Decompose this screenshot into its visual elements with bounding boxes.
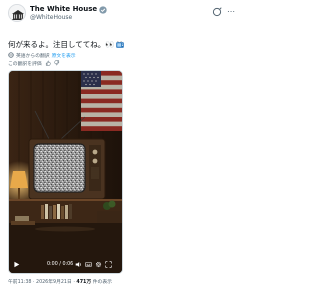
video-controls: 0:00 / 0:06 [9, 257, 122, 273]
name-row: The White House [30, 5, 107, 14]
separator: · [73, 280, 75, 285]
handle[interactable]: @WhiteHouse [30, 14, 72, 22]
post-date[interactable]: 2026年9月21日 [36, 280, 72, 285]
more-options-icon[interactable]: ⋯ [226, 7, 236, 17]
fullscreen-icon[interactable] [105, 261, 112, 268]
play-icon[interactable] [13, 261, 20, 268]
translation-row: 英語からの翻訳 原文を表示 [8, 51, 76, 59]
post-time[interactable]: 午前11:38 [8, 280, 31, 285]
video-time: 0:00 / 0:06 [47, 262, 74, 267]
volume-icon[interactable] [75, 261, 82, 268]
rate-translation-label: この翻訳を評価 [8, 61, 42, 67]
tweet-header: The White House @WhiteHouse ⋯ [0, 0, 240, 26]
avatar[interactable] [8, 4, 26, 22]
settings-gear-icon[interactable] [95, 261, 102, 268]
thumbs-up-icon[interactable] [45, 60, 51, 66]
views-label: 件の表示 [92, 280, 112, 285]
television-icon [115, 41, 124, 48]
separator: · [32, 280, 35, 285]
rate-translation-row: この翻訳を評価 [8, 59, 60, 67]
show-original-link[interactable]: 原文を表示 [52, 52, 76, 59]
video-player[interactable]: 0:00 / 0:06 [8, 70, 123, 274]
white-house-seal-icon [9, 5, 25, 21]
translation-note: 英語からの翻訳 [16, 53, 50, 59]
display-name[interactable]: The White House [30, 5, 97, 14]
american-flag [81, 71, 122, 131]
video-frame [9, 71, 122, 273]
tweet-text: 何が来るよ。注目しててね。👀 [8, 40, 124, 50]
translate-globe-icon [8, 52, 14, 58]
thumbs-down-icon[interactable] [53, 60, 60, 66]
captions-icon[interactable] [85, 261, 92, 268]
views-count: 471万 [76, 280, 92, 285]
tweet-footer: 午前11:38 · 2026年9月21日 · 471万 件の表示 [8, 279, 112, 287]
tweet-text-content: 何が来るよ。注目しててね。👀 [8, 40, 115, 49]
verified-badge-icon [99, 5, 107, 14]
grok-icon[interactable] [212, 7, 222, 17]
